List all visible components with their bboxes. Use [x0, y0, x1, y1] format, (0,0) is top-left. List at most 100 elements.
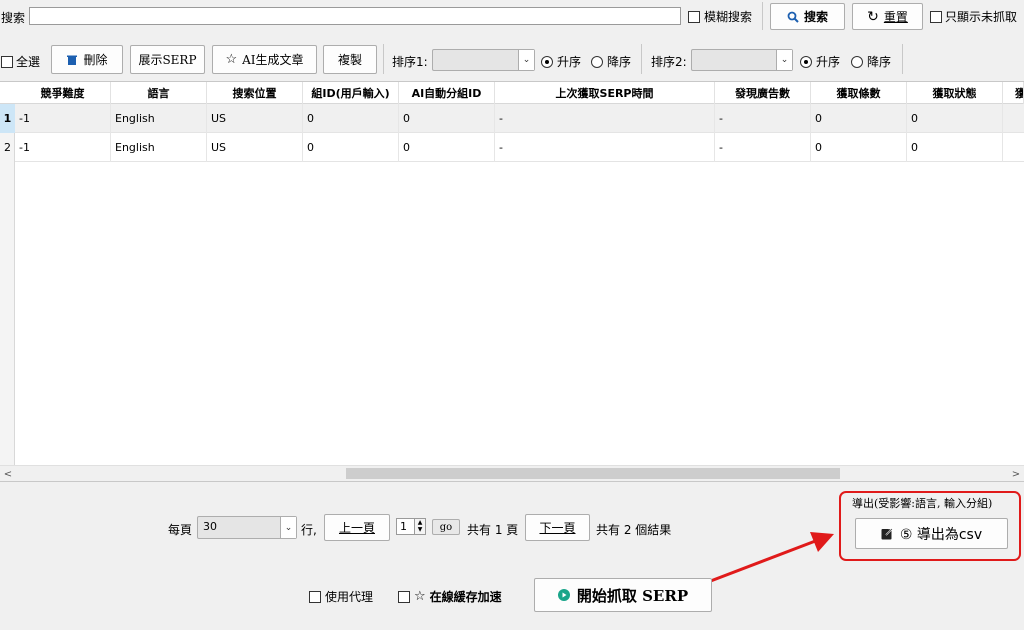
data-grid[interactable]: 競爭難度 語言 搜索位置 組ID(用戶輸入) AI自動分組ID 上次獲取SERP…	[0, 81, 1024, 482]
page-number-value: 1	[400, 520, 407, 533]
table-cell[interactable]: 0	[303, 133, 399, 162]
sort1-asc-label: 升序	[557, 55, 582, 69]
table-row[interactable]: -1 English US 0 0 - - 0 0	[0, 133, 1024, 162]
search-button-label: 搜索	[803, 10, 828, 24]
column-header[interactable]: 獲取狀態	[907, 82, 1003, 104]
row-number[interactable]: 1	[0, 104, 15, 133]
select-all-checkbox[interactable]: 全選	[1, 53, 40, 70]
column-header[interactable]: 上次獲取SERP時間	[495, 82, 715, 104]
column-header[interactable]: 組ID(用戶輸入)	[303, 82, 399, 104]
column-header[interactable]: 搜索位置	[207, 82, 303, 104]
chevron-down-icon[interactable]: ⌄	[776, 50, 792, 70]
use-proxy-label: 使用代理	[325, 590, 374, 604]
star-icon: ☆	[414, 589, 426, 604]
separator	[641, 44, 642, 74]
go-button[interactable]: go	[432, 519, 460, 535]
checkbox-box[interactable]	[309, 590, 321, 603]
column-header[interactable]: 發現廣告數	[715, 82, 811, 104]
table-cell[interactable]: US	[207, 133, 303, 162]
sort2-asc-radio[interactable]: 升序	[800, 53, 840, 70]
table-cell[interactable]: 0	[811, 104, 907, 133]
per-page-select[interactable]: 30 ⌄	[197, 516, 297, 539]
unfetched-only-label: 只顯示未抓取	[945, 10, 1018, 24]
column-header[interactable]: AI自動分組ID	[399, 82, 495, 104]
sort2-desc-label: 降序	[867, 55, 892, 69]
table-cell[interactable]: English	[111, 104, 207, 133]
column-header[interactable]: 語言	[111, 82, 207, 104]
use-proxy-checkbox[interactable]: 使用代理	[309, 588, 373, 605]
table-cell[interactable]: 0	[399, 104, 495, 133]
table-cell[interactable]: -	[715, 133, 811, 162]
stepper-arrows-icon[interactable]: ▲ ▼	[414, 519, 425, 534]
column-header[interactable]: 競爭難度	[15, 82, 111, 104]
sort2-label: 排序2:	[651, 55, 687, 69]
sort1-select[interactable]: ⌄	[432, 49, 535, 71]
online-cache-checkbox[interactable]: ☆ 在線緩存加速	[398, 588, 502, 605]
table-cell[interactable]: 0	[303, 104, 399, 133]
show-serp-label: 展示SERP	[138, 53, 197, 67]
per-page-value: 30	[203, 520, 217, 533]
scroll-right-icon[interactable]: >	[1008, 466, 1024, 481]
online-cache-label: 在線緩存加速	[429, 590, 502, 604]
table-cell[interactable]: English	[111, 133, 207, 162]
sort1-label: 排序1:	[392, 55, 428, 69]
table-cell[interactable]: -	[495, 104, 715, 133]
copy-button[interactable]: 複製	[323, 45, 377, 74]
next-page-button[interactable]: 下一頁	[525, 514, 590, 541]
prev-page-button[interactable]: 上一頁	[324, 514, 390, 541]
grid-header: 競爭難度 語言 搜索位置 組ID(用戶輸入) AI自動分組ID 上次獲取SERP…	[0, 82, 1024, 104]
checkbox-box[interactable]	[1, 55, 13, 68]
table-cell[interactable]: -	[495, 133, 715, 162]
row-header-column: 1 2	[0, 104, 15, 465]
separator	[383, 44, 384, 74]
table-cell[interactable]: 0	[399, 133, 495, 162]
sort2-select[interactable]: ⌄	[691, 49, 793, 71]
checkbox-box[interactable]	[930, 10, 942, 23]
ai-article-button[interactable]: ☆ AI生成文章	[212, 45, 317, 74]
radio-dot[interactable]	[800, 55, 812, 68]
chevron-down-icon[interactable]: ⌄	[518, 50, 534, 70]
page-number-stepper[interactable]: 1 ▲ ▼	[396, 518, 426, 535]
table-cell[interactable]: 0	[907, 104, 1003, 133]
fuzzy-search-checkbox[interactable]: 模糊搜索	[688, 8, 752, 25]
horizontal-scrollbar[interactable]: < >	[0, 465, 1024, 481]
table-cell[interactable]: 0	[907, 133, 1003, 162]
start-fetch-serp-label: 開始抓取 SERP	[576, 586, 689, 605]
scroll-left-icon[interactable]: <	[0, 466, 16, 481]
table-cell[interactable]: US	[207, 104, 303, 133]
sort1-asc-radio[interactable]: 升序	[541, 53, 581, 70]
separator	[762, 2, 763, 30]
search-button[interactable]: 搜索	[770, 3, 845, 30]
radio-dot[interactable]	[541, 55, 553, 68]
radio-dot[interactable]	[591, 55, 603, 68]
table-row[interactable]: -1 English US 0 0 - - 0 0	[0, 104, 1024, 133]
sort1-desc-radio[interactable]: 降序	[591, 53, 631, 70]
per-page-label: 每頁	[168, 523, 193, 537]
checkbox-box[interactable]	[398, 590, 410, 603]
row-number[interactable]: 2	[0, 133, 15, 162]
column-header[interactable]: 獲取條數	[811, 82, 907, 104]
search-input[interactable]	[29, 7, 681, 25]
select-all-label: 全選	[16, 55, 41, 69]
table-cell[interactable]: 0	[811, 133, 907, 162]
start-fetch-serp-button[interactable]: 開始抓取 SERP	[534, 578, 712, 612]
unfetched-only-checkbox[interactable]: 只顯示未抓取	[930, 8, 1017, 25]
total-results: 共有 2 個結果	[596, 523, 672, 537]
sort2-desc-radio[interactable]: 降序	[851, 53, 891, 70]
reset-button[interactable]: ↻ 重置	[852, 3, 923, 30]
annotation-arrow-icon	[707, 532, 834, 584]
radio-dot[interactable]	[851, 55, 863, 68]
scrollbar-thumb[interactable]	[346, 468, 840, 479]
table-cell[interactable]: -	[715, 104, 811, 133]
chevron-down-icon[interactable]: ⌄	[280, 517, 296, 538]
search-icon	[787, 11, 799, 23]
search-label: 搜索	[1, 11, 26, 25]
delete-button[interactable]: 刪除	[51, 45, 123, 74]
checkbox-box[interactable]	[688, 10, 700, 23]
star-icon: ☆	[225, 52, 238, 67]
table-cell[interactable]: -1	[15, 104, 111, 133]
column-header[interactable]: 獲	[1003, 82, 1024, 104]
separator	[902, 44, 903, 74]
table-cell[interactable]: -1	[15, 133, 111, 162]
show-serp-button[interactable]: 展示SERP	[130, 45, 205, 74]
